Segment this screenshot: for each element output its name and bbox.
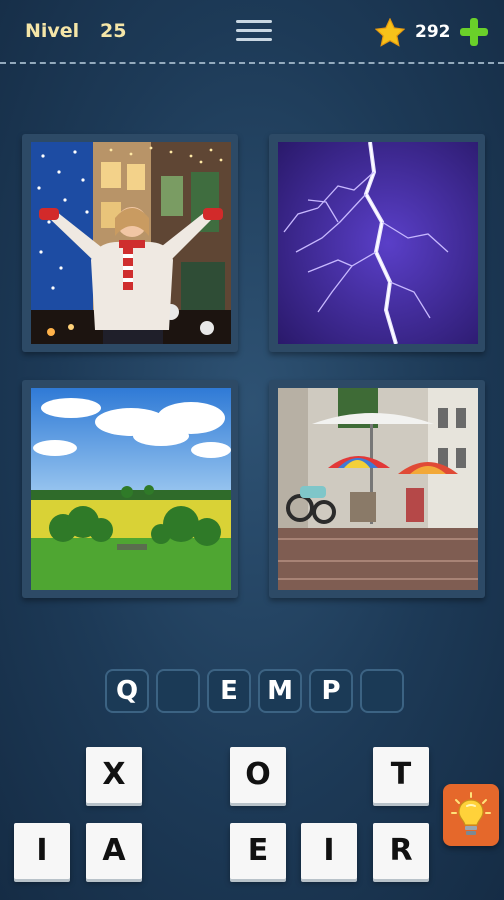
hint-button[interactable] bbox=[443, 784, 499, 846]
hamburger-menu-icon[interactable] bbox=[236, 20, 274, 46]
letter-key[interactable]: O bbox=[230, 747, 286, 803]
answer-slot-4[interactable]: M bbox=[258, 669, 302, 713]
lightning-image bbox=[278, 142, 478, 344]
answer-slot-2[interactable] bbox=[156, 669, 200, 713]
letter-key[interactable]: I bbox=[14, 823, 70, 879]
letter-key[interactable]: A bbox=[86, 823, 142, 879]
answer-slot-1[interactable]: Q bbox=[105, 669, 149, 713]
puzzle-image-2[interactable] bbox=[269, 134, 485, 352]
puzzle-image-1[interactable] bbox=[22, 134, 238, 352]
letter-key[interactable]: T bbox=[373, 747, 429, 803]
lightbulb-icon bbox=[451, 792, 491, 835]
top-bar: Nivel 25 292 bbox=[0, 0, 504, 62]
header-divider bbox=[0, 62, 504, 64]
letter-key[interactable]: I bbox=[301, 823, 357, 879]
answer-slot-3[interactable]: E bbox=[207, 669, 251, 713]
green-field-image bbox=[31, 388, 231, 590]
rainy-cafe-image bbox=[278, 388, 478, 590]
plus-icon[interactable] bbox=[460, 18, 488, 46]
letter-key[interactable]: E bbox=[230, 823, 286, 879]
answer-slot-6[interactable] bbox=[360, 669, 404, 713]
woman-in-snow-image bbox=[31, 142, 231, 344]
answer-slot-5[interactable]: P bbox=[309, 669, 353, 713]
puzzle-image-4[interactable] bbox=[269, 380, 485, 598]
level-label: Nivel bbox=[25, 20, 80, 42]
coin-count: 292 bbox=[415, 22, 451, 42]
level-number: 25 bbox=[100, 20, 127, 42]
star-icon bbox=[375, 18, 405, 47]
puzzle-image-3[interactable] bbox=[22, 380, 238, 598]
letter-key[interactable]: R bbox=[373, 823, 429, 879]
letter-key[interactable]: X bbox=[86, 747, 142, 803]
